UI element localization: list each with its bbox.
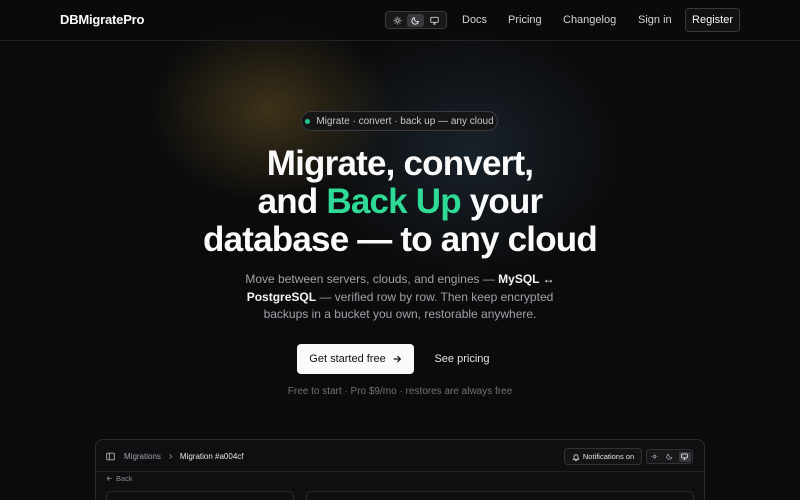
chevron-right-icon <box>169 454 173 459</box>
hero-badge-text: Migrate · convert · back up — any cloud <box>316 115 494 127</box>
arrow-right-icon <box>393 355 401 363</box>
monitor-icon <box>430 16 439 25</box>
nav-link-pricing[interactable]: Pricing <box>508 14 542 26</box>
subtitle-bold-1: MySQL ↔ <box>498 272 555 286</box>
hero-headline: Migrate, convert, and Back Up your datab… <box>150 145 650 259</box>
preview-card-left <box>106 491 294 500</box>
subtitle-part-1: Move between servers, clouds, and engine… <box>245 272 499 286</box>
bell-icon <box>572 453 580 461</box>
sun-icon <box>651 453 658 460</box>
theme-light-button[interactable] <box>389 14 406 27</box>
headline-line-3: database — to any cloud <box>203 220 598 259</box>
moon-icon <box>666 453 673 460</box>
hero-fineprint: Free to start · Pro $9/mo · restores are… <box>287 386 513 397</box>
get-started-label: Get started free <box>309 353 386 365</box>
arrow-left-icon <box>106 476 112 481</box>
register-button[interactable]: Register <box>685 8 740 32</box>
theme-dark-button[interactable] <box>407 13 425 27</box>
status-dot <box>305 118 311 124</box>
hero-subtitle: Move between servers, clouds, and engine… <box>240 271 560 324</box>
preview-theme-dark[interactable] <box>664 452 676 462</box>
moon-icon <box>411 16 420 25</box>
preview-card-right <box>306 491 694 500</box>
breadcrumb-current: Migration #a004cf <box>179 452 244 461</box>
preview-theme-system[interactable] <box>678 451 691 462</box>
get-started-button[interactable]: Get started free <box>297 344 414 374</box>
sun-icon <box>393 16 402 24</box>
preview-header-divider <box>96 471 704 472</box>
brand-logo[interactable]: DBMigratePro <box>60 12 144 27</box>
hero-badge: Migrate · convert · back up — any cloud <box>301 111 498 131</box>
nav-link-changelog[interactable]: Changelog <box>563 14 616 26</box>
back-link[interactable]: Back <box>106 474 133 483</box>
app-preview-window: Migrations Migration #a004cf Notificatio… <box>95 439 705 500</box>
headline-and: and <box>257 182 327 221</box>
monitor-icon <box>681 453 688 460</box>
breadcrumb: Migrations Migration #a004cf <box>106 452 244 461</box>
subtitle-bold-2: PostgreSQL <box>246 289 317 304</box>
breadcrumb-migrations[interactable]: Migrations <box>124 452 161 461</box>
see-pricing-button[interactable]: See pricing <box>428 344 496 374</box>
preview-theme-light[interactable] <box>649 452 661 462</box>
preview-theme-toggle[interactable] <box>646 449 693 464</box>
nav-link-docs[interactable]: Docs <box>462 14 487 26</box>
theme-system-button[interactable] <box>426 14 443 27</box>
notifications-label: Notifications on <box>582 452 635 461</box>
back-label: Back <box>116 474 133 483</box>
top-nav: DBMigratePro Docs Pricing Changelog Sign… <box>0 0 800 41</box>
headline-your: your <box>460 182 543 221</box>
theme-toggle[interactable] <box>385 11 447 29</box>
sidebar-icon[interactable] <box>106 452 115 461</box>
nav-link-sign-in[interactable]: Sign in <box>638 14 672 26</box>
notifications-button[interactable]: Notifications on <box>564 448 642 465</box>
headline-accent: Back Up <box>326 182 461 221</box>
headline-line-1: Migrate, convert, <box>266 144 534 183</box>
